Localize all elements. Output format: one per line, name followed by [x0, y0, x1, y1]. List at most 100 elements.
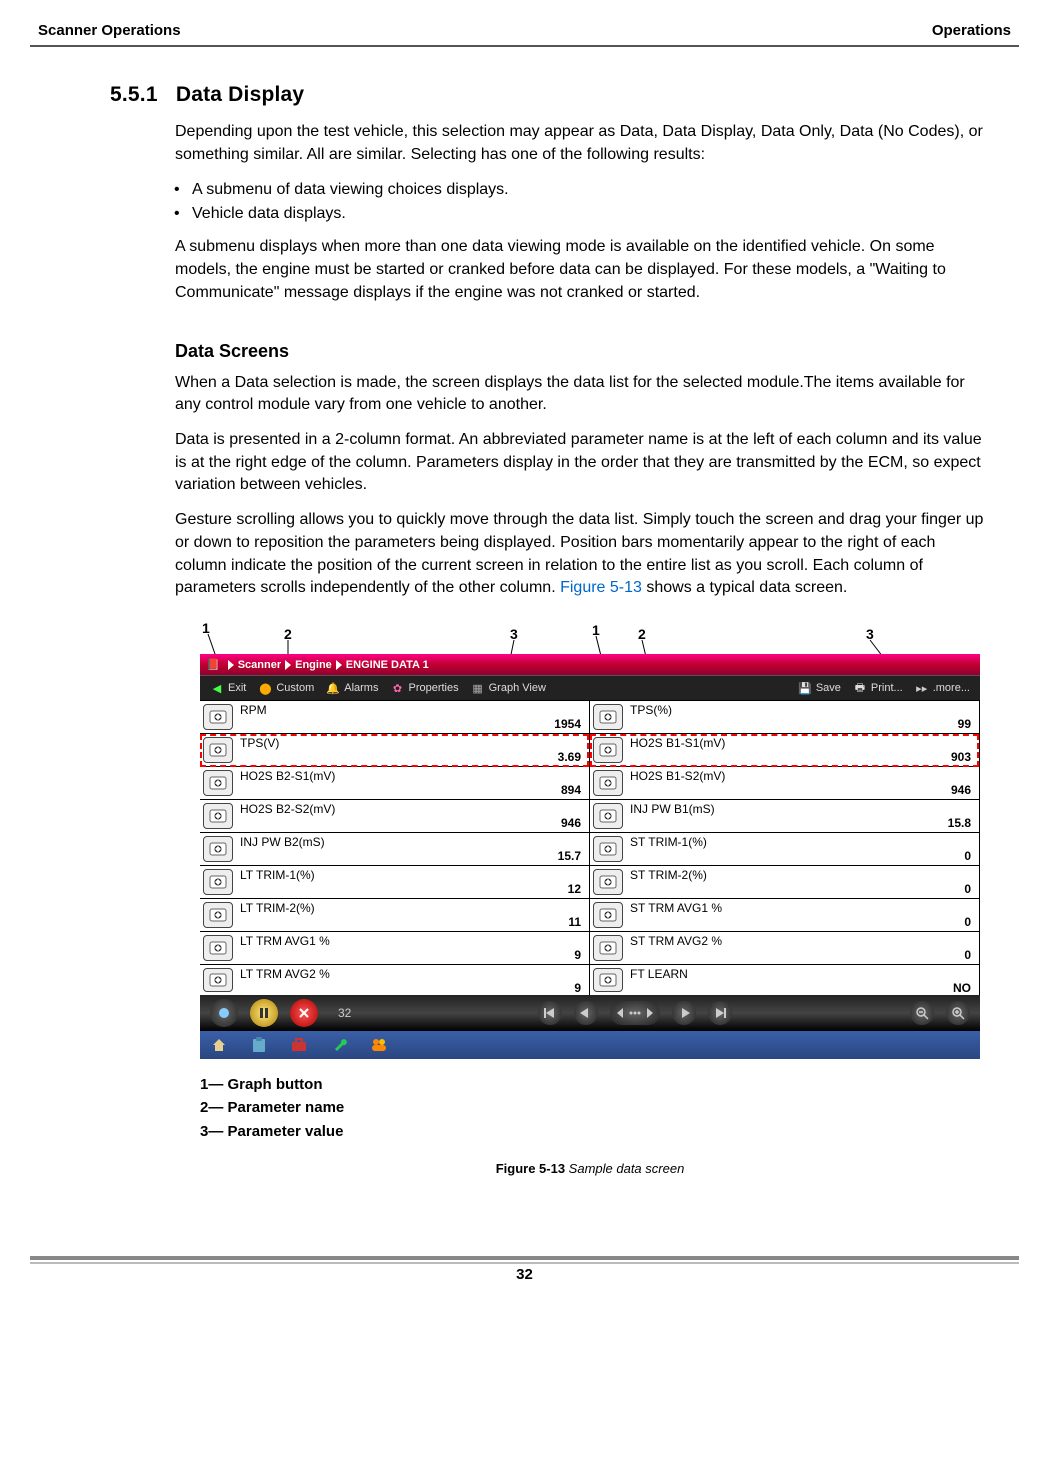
toolbox-icon[interactable] — [290, 1036, 308, 1054]
parameter-name: TPS(V) — [240, 736, 581, 750]
custom-button[interactable]: ⬤Custom — [254, 680, 318, 696]
graph-button[interactable] — [593, 968, 623, 992]
header-right: Operations — [932, 22, 1011, 39]
graph-button[interactable] — [593, 836, 623, 862]
exit-button[interactable]: ◀ Exit — [206, 680, 250, 696]
callout-2b: 2 — [638, 626, 646, 642]
callout-1b: 1 — [592, 622, 600, 638]
data-row[interactable]: HO2S B1-S1(mV)903 — [590, 734, 979, 767]
data-column-left: RPM1954TPS(V)3.69HO2S B2-S1(mV)894HO2S B… — [200, 701, 590, 995]
data-grid[interactable]: RPM1954TPS(V)3.69HO2S B2-S1(mV)894HO2S B… — [200, 701, 980, 995]
subsection-p2: Data is presented in a 2-column format. … — [175, 429, 991, 497]
data-row[interactable]: TPS(V)3.69 — [200, 734, 589, 767]
save-label: Save — [816, 682, 841, 694]
breadcrumb-item[interactable]: Engine — [295, 659, 332, 671]
graph-button[interactable] — [203, 935, 233, 961]
graph-button[interactable] — [203, 836, 233, 862]
parameter-name: ST TRIM-2(%) — [630, 868, 971, 882]
graph-button[interactable] — [593, 803, 623, 829]
skip-back-button[interactable] — [538, 1001, 562, 1025]
breadcrumb-sep-icon — [336, 660, 342, 670]
alarms-button[interactable]: 🔔Alarms — [322, 680, 382, 696]
graph-icon: ▦ — [471, 681, 485, 695]
graph-button[interactable] — [593, 935, 623, 961]
graph-button[interactable] — [203, 803, 233, 829]
graph-button[interactable] — [203, 704, 233, 730]
data-row[interactable]: RPM1954 — [200, 701, 589, 734]
subsection-p1: When a Data selection is made, the scree… — [175, 372, 991, 417]
data-row[interactable]: TPS(%)99 — [590, 701, 979, 734]
step-forward-button[interactable] — [672, 1001, 696, 1025]
home-icon[interactable] — [210, 1036, 228, 1054]
properties-button[interactable]: ✿Properties — [386, 680, 462, 696]
back-arrow-icon: ◀ — [210, 681, 224, 695]
parameter-name: LT TRIM-2(%) — [240, 901, 581, 915]
data-row[interactable]: INJ PW B2(mS)15.7 — [200, 833, 589, 866]
data-row[interactable]: ST TRM AVG1 %0 — [590, 899, 979, 932]
clipboard-icon[interactable] — [250, 1036, 268, 1054]
graph-button[interactable] — [593, 902, 623, 928]
print-button[interactable]: 🖶Print... — [849, 680, 907, 696]
legend-2: 2— Parameter name — [200, 1096, 980, 1119]
save-button[interactable]: 💾Save — [794, 680, 845, 696]
people-icon[interactable] — [370, 1036, 388, 1054]
titlebar-icon: 📕 — [206, 658, 220, 671]
parameter-name: INJ PW B2(mS) — [240, 835, 581, 849]
parameter-value: NO — [630, 981, 971, 995]
zoom-out-button[interactable] — [910, 1001, 934, 1025]
breadcrumb-item[interactable]: ENGINE DATA 1 — [346, 659, 429, 671]
zoom-in-button[interactable] — [946, 1001, 970, 1025]
bullet-item: A submenu of data viewing choices displa… — [192, 178, 991, 202]
data-row[interactable]: FT LEARNNO — [590, 965, 979, 995]
data-row[interactable]: LT TRIM-2(%)11 — [200, 899, 589, 932]
data-row[interactable]: ST TRM AVG2 %0 — [590, 932, 979, 965]
stop-button[interactable] — [290, 999, 318, 1027]
record-button[interactable] — [210, 999, 238, 1027]
data-row[interactable]: HO2S B2-S2(mV)946 — [200, 800, 589, 833]
graph-button[interactable] — [593, 704, 623, 730]
wrench-icon[interactable] — [330, 1036, 348, 1054]
graph-button[interactable] — [203, 869, 233, 895]
graphview-button[interactable]: ▦Graph View — [467, 680, 550, 696]
legend-3: 3— Parameter value — [200, 1120, 980, 1143]
data-row[interactable]: ST TRIM-2(%)0 — [590, 866, 979, 899]
seek-button[interactable] — [610, 1001, 660, 1025]
graph-button[interactable] — [203, 968, 233, 992]
graph-button[interactable] — [203, 770, 233, 796]
graph-button[interactable] — [593, 737, 623, 763]
alarms-label: Alarms — [344, 682, 378, 694]
graph-button[interactable] — [593, 869, 623, 895]
graph-button[interactable] — [593, 770, 623, 796]
parameter-name: HO2S B2-S1(mV) — [240, 769, 581, 783]
header-left: Scanner Operations — [38, 22, 181, 39]
parameter-name: HO2S B1-S2(mV) — [630, 769, 971, 783]
data-row[interactable]: INJ PW B1(mS)15.8 — [590, 800, 979, 833]
parameter-name: LT TRM AVG1 % — [240, 934, 581, 948]
parameter-name: LT TRM AVG2 % — [240, 967, 581, 981]
exit-label: Exit — [228, 682, 246, 694]
parameter-value: 1954 — [240, 717, 581, 731]
data-row[interactable]: HO2S B1-S2(mV)946 — [590, 767, 979, 800]
parameter-value: 99 — [630, 717, 971, 731]
subsection-p3: Gesture scrolling allows you to quickly … — [175, 509, 991, 600]
data-row[interactable]: LT TRIM-1(%)12 — [200, 866, 589, 899]
section-p2: A submenu displays when more than one da… — [175, 236, 991, 304]
callout-2a: 2 — [284, 626, 292, 642]
data-row[interactable]: ST TRIM-1(%)0 — [590, 833, 979, 866]
callout-3a: 3 — [510, 626, 518, 642]
figure-caption-text: Sample data screen — [565, 1161, 684, 1176]
pause-button[interactable] — [250, 999, 278, 1027]
breadcrumb-item[interactable]: Scanner — [238, 659, 281, 671]
graph-button[interactable] — [203, 737, 233, 763]
figure-link[interactable]: Figure 5-13 — [560, 579, 642, 596]
legend-1: 1— Graph button — [200, 1073, 980, 1096]
data-row[interactable]: HO2S B2-S1(mV)894 — [200, 767, 589, 800]
more-label: .more... — [933, 682, 970, 694]
step-back-button[interactable] — [574, 1001, 598, 1025]
data-row[interactable]: LT TRM AVG1 %9 — [200, 932, 589, 965]
skip-forward-button[interactable] — [708, 1001, 732, 1025]
data-row[interactable]: LT TRM AVG2 %9 — [200, 965, 589, 995]
more-button[interactable]: ▸▸.more... — [911, 680, 974, 696]
graph-button[interactable] — [203, 902, 233, 928]
parameter-name: ST TRM AVG2 % — [630, 934, 971, 948]
